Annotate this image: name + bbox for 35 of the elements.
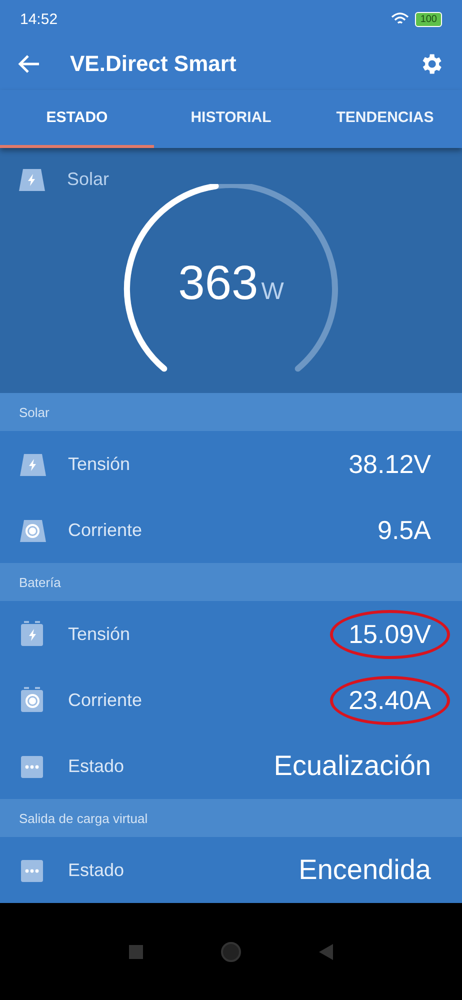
power-value: 363 [178, 256, 258, 311]
section-header: Batería [0, 563, 462, 601]
recents-icon[interactable] [128, 944, 143, 958]
circled-value: 15.09V [330, 610, 450, 658]
home-icon[interactable] [220, 940, 242, 962]
power-unit: W [261, 278, 284, 306]
row-value: Ecualización [272, 749, 432, 783]
row-value: 38.12V [348, 448, 432, 480]
row-label: Corriente [68, 520, 144, 540]
row-value: 9.5A [376, 514, 432, 546]
tab[interactable]: TENDENCIAS [308, 90, 462, 148]
section-header: Solar [0, 393, 462, 431]
gauge-label: Solar [67, 168, 110, 190]
solar-panel-icon [19, 451, 46, 477]
row-label: Tensión [68, 624, 132, 644]
solar-panel-icon [19, 517, 46, 543]
dots-icon [19, 753, 46, 779]
status-time: 14:52 [20, 10, 58, 28]
dots-icon [19, 857, 46, 883]
circled-value: 23.40A [330, 676, 450, 724]
row-value: Encendida [298, 853, 432, 887]
row-label: Estado [68, 860, 126, 880]
row-label: Tensión [68, 454, 132, 474]
battery-icon [19, 621, 46, 647]
row-label: Estado [68, 756, 126, 776]
battery-level: 100 [415, 12, 442, 26]
app-title: VE.Direct Smart [70, 51, 238, 77]
row-label: Corriente [68, 690, 144, 710]
section-header: Salida de carga virtual [0, 799, 462, 837]
back-icon[interactable] [319, 944, 334, 960]
battery-icon [19, 687, 46, 713]
wifi-icon [391, 12, 410, 26]
back-button[interactable] [18, 54, 40, 74]
tab[interactable]: HISTORIAL [154, 90, 308, 148]
solar-panel-icon [18, 166, 45, 192]
